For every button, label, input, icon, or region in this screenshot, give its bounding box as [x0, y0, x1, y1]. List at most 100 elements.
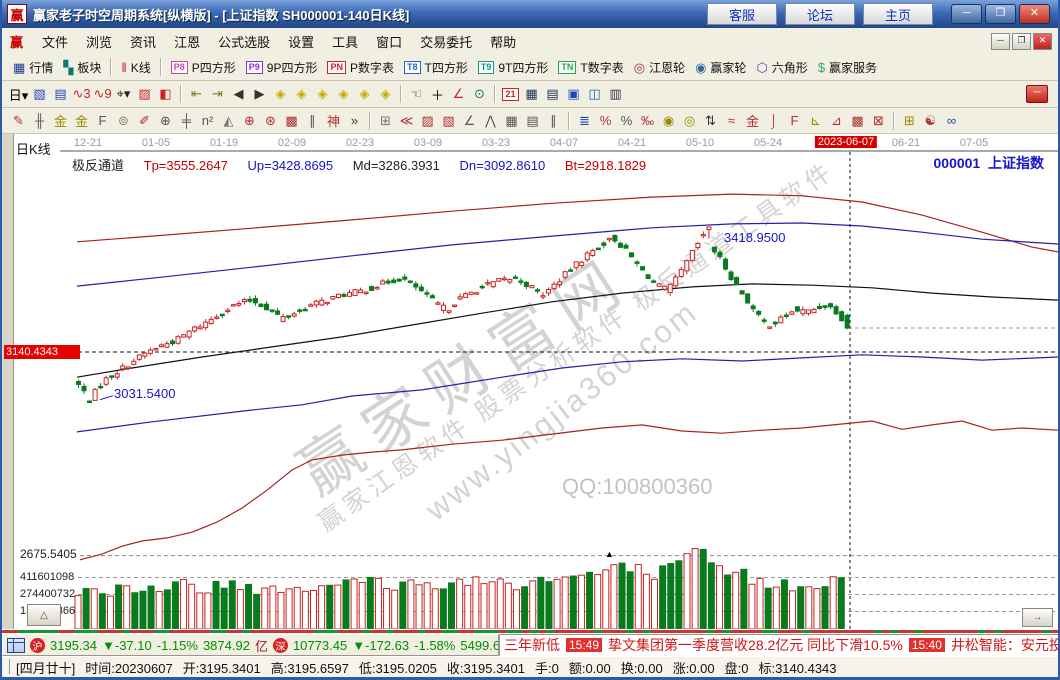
golden-ratio-line[interactable]: 金	[71, 111, 92, 131]
toolbar-button-t-square[interactable]: T8T四方形	[399, 57, 473, 78]
percent-line[interactable]: %	[595, 111, 616, 131]
customer-service-button[interactable]: 客服	[707, 3, 777, 25]
news-item[interactable]: 井松智能：安元投资	[951, 635, 1060, 655]
diamond-tool-4[interactable]: ◈	[333, 84, 354, 104]
save-icon[interactable]: ▣	[563, 84, 584, 104]
toolbar-button-9p-square[interactable]: P99P四方形	[241, 57, 323, 78]
restore-button[interactable]: ❐	[985, 4, 1016, 24]
color-chart-icon[interactable]: ◧	[155, 84, 176, 104]
minimize-button[interactable]: ─	[951, 4, 982, 24]
zoom-tool[interactable]: ⊙	[469, 84, 490, 104]
export-icon[interactable]: ◫	[584, 84, 605, 104]
draw-pen[interactable]: ✐	[134, 111, 155, 131]
index-quote-panel[interactable]: 沪 3195.34 ▼-37.10 -1.15% 3874.92 亿 深 107…	[2, 634, 499, 656]
ruled-square[interactable]: ▤	[522, 111, 543, 131]
pin-button[interactable]: ─	[1026, 85, 1048, 103]
fibonacci-line[interactable]: F	[92, 111, 113, 131]
toolbar-button-quotes[interactable]: ▦行情	[8, 57, 58, 78]
menu-item-帮助[interactable]: 帮助	[481, 32, 525, 53]
toolbar-button-p-square[interactable]: P8P四方形	[166, 57, 241, 78]
menu-item-浏览[interactable]: 浏览	[77, 32, 121, 53]
percent-tool[interactable]: %	[616, 111, 637, 131]
toolbar-button-9t-square[interactable]: T99T四方形	[473, 57, 554, 78]
gann-fan[interactable]: ≪	[396, 111, 417, 131]
parallel-line-tool[interactable]: ∥	[302, 111, 323, 131]
menu-item-窗口[interactable]: 窗口	[367, 32, 411, 53]
diamond-tool-1[interactable]: ◈	[270, 84, 291, 104]
chart-pane[interactable]: 赢家财富网 赢家江恩软件 股票分析软件 极反通道工具软件 www.yingjia…	[2, 134, 1060, 629]
kline-canvas[interactable]	[2, 134, 1060, 629]
updown-arrows[interactable]: ⇅	[700, 111, 721, 131]
toolbar-button-p-number-table[interactable]: PNP数字表	[322, 57, 399, 78]
square-grid-tool[interactable]: ▩	[281, 111, 302, 131]
spiral-tool[interactable]: ⊚	[113, 111, 134, 131]
gold-circle-1[interactable]: ◉	[658, 111, 679, 131]
golden-section-line[interactable]: 金	[50, 111, 71, 131]
mdi-close-button[interactable]: ✕	[1033, 33, 1052, 50]
wave-tool[interactable]: ≈	[721, 111, 742, 131]
toolbar-button-t-number-table[interactable]: TNT数字表	[553, 57, 628, 78]
hand-tool[interactable]: ☜	[406, 84, 427, 104]
f-angle-tool[interactable]: F	[784, 111, 805, 131]
diamond-tool-3[interactable]: ◈	[312, 84, 333, 104]
gold-circle-2[interactable]: ◎	[679, 111, 700, 131]
wave-3-icon[interactable]: ∿3	[71, 84, 92, 104]
menu-item-设置[interactable]: 设置	[279, 32, 323, 53]
menu-item-工具[interactable]: 工具	[323, 32, 367, 53]
x-box-tool[interactable]: ⊠	[868, 111, 889, 131]
close-button[interactable]: ✕	[1019, 4, 1050, 24]
scroll-right-button[interactable]: →	[1022, 608, 1053, 627]
more-tools[interactable]: »	[344, 111, 365, 131]
parallel-channels[interactable]: ∥	[543, 111, 564, 131]
toolbar-button-sectors[interactable]: ▚板块	[58, 57, 106, 78]
menu-item-公式选股[interactable]: 公式选股	[209, 32, 279, 53]
wave-9-icon[interactable]: ∿9	[92, 84, 113, 104]
news-item[interactable]: 挚文集团第一季度营收28.2亿元 同比下滑10.5%	[608, 635, 903, 655]
box-select-tool[interactable]: ⊞	[375, 111, 396, 131]
menu-item-文件[interactable]: 文件	[33, 32, 77, 53]
quote-grid-icon[interactable]	[7, 638, 25, 653]
calculator-icon[interactable]: ▦	[521, 84, 542, 104]
zigzag-line[interactable]: ⋀	[480, 111, 501, 131]
crosshair-tool[interactable]: ＋	[427, 84, 448, 104]
angle-tool[interactable]: ∠	[448, 84, 469, 104]
diamond-tool-6[interactable]: ◈	[375, 84, 396, 104]
toolbar-button-gann-wheel[interactable]: ◎江恩轮	[629, 57, 690, 78]
next-bar-button[interactable]: ▶	[249, 84, 270, 104]
toolbar-button-kline[interactable]: ‖K线	[116, 57, 155, 78]
cycle-circle-tool[interactable]: ⊛	[260, 111, 281, 131]
print-icon[interactable]: ▥	[605, 84, 626, 104]
draw-brush[interactable]: ✎	[8, 111, 29, 131]
gann-circle[interactable]: ⊕	[239, 111, 260, 131]
circle-tool[interactable]: ⊕	[155, 111, 176, 131]
lines-in-square[interactable]: ▧	[438, 111, 459, 131]
scroll-up-button[interactable]: △	[27, 604, 61, 626]
notebook-icon[interactable]: ▤	[542, 84, 563, 104]
period-selector[interactable]: 日▾	[8, 84, 29, 104]
menu-item-资讯[interactable]: 资讯	[121, 32, 165, 53]
toolbar-button-winner-service[interactable]: $赢家服务	[813, 57, 882, 78]
j-line-tool[interactable]: ⌡	[763, 111, 784, 131]
chart-mode-icon[interactable]: ▧	[29, 84, 50, 104]
mdi-minimize-button[interactable]: ─	[991, 33, 1010, 50]
news-ticker[interactable]: 三年新低 15:49 挚文集团第一季度营收28.2亿元 同比下滑10.5% 15…	[499, 634, 1060, 656]
grid-window[interactable]: ⊞	[899, 111, 920, 131]
toolbar-button-winner-wheel[interactable]: ◉赢家轮	[690, 57, 751, 78]
golden-price-line[interactable]: 金	[742, 111, 763, 131]
grid-square[interactable]: ▦	[501, 111, 522, 131]
menu-item-江恩[interactable]: 江恩	[165, 32, 209, 53]
marker-selector[interactable]: ⌖▾	[113, 84, 134, 104]
calendar-icon[interactable]: 21	[500, 84, 521, 104]
angle-gold-tool[interactable]: ⊾	[805, 111, 826, 131]
menu-item-交易委托[interactable]: 交易委托	[411, 32, 481, 53]
prev-bar-button[interactable]: ◀	[228, 84, 249, 104]
gann-grid-line[interactable]: ╫	[29, 111, 50, 131]
diamond-tool-2[interactable]: ◈	[291, 84, 312, 104]
last-bar-button[interactable]: ⇥	[207, 84, 228, 104]
mdi-restore-button[interactable]: ❐	[1012, 33, 1031, 50]
fan-in-square[interactable]: ▨	[417, 111, 438, 131]
yin-yang-tool[interactable]: ☯	[920, 111, 941, 131]
square-of-nine[interactable]: n²	[197, 111, 218, 131]
toolbar-button-hexagon[interactable]: ⬡六角形	[751, 57, 812, 78]
infinity-tool[interactable]: ∞	[941, 111, 962, 131]
